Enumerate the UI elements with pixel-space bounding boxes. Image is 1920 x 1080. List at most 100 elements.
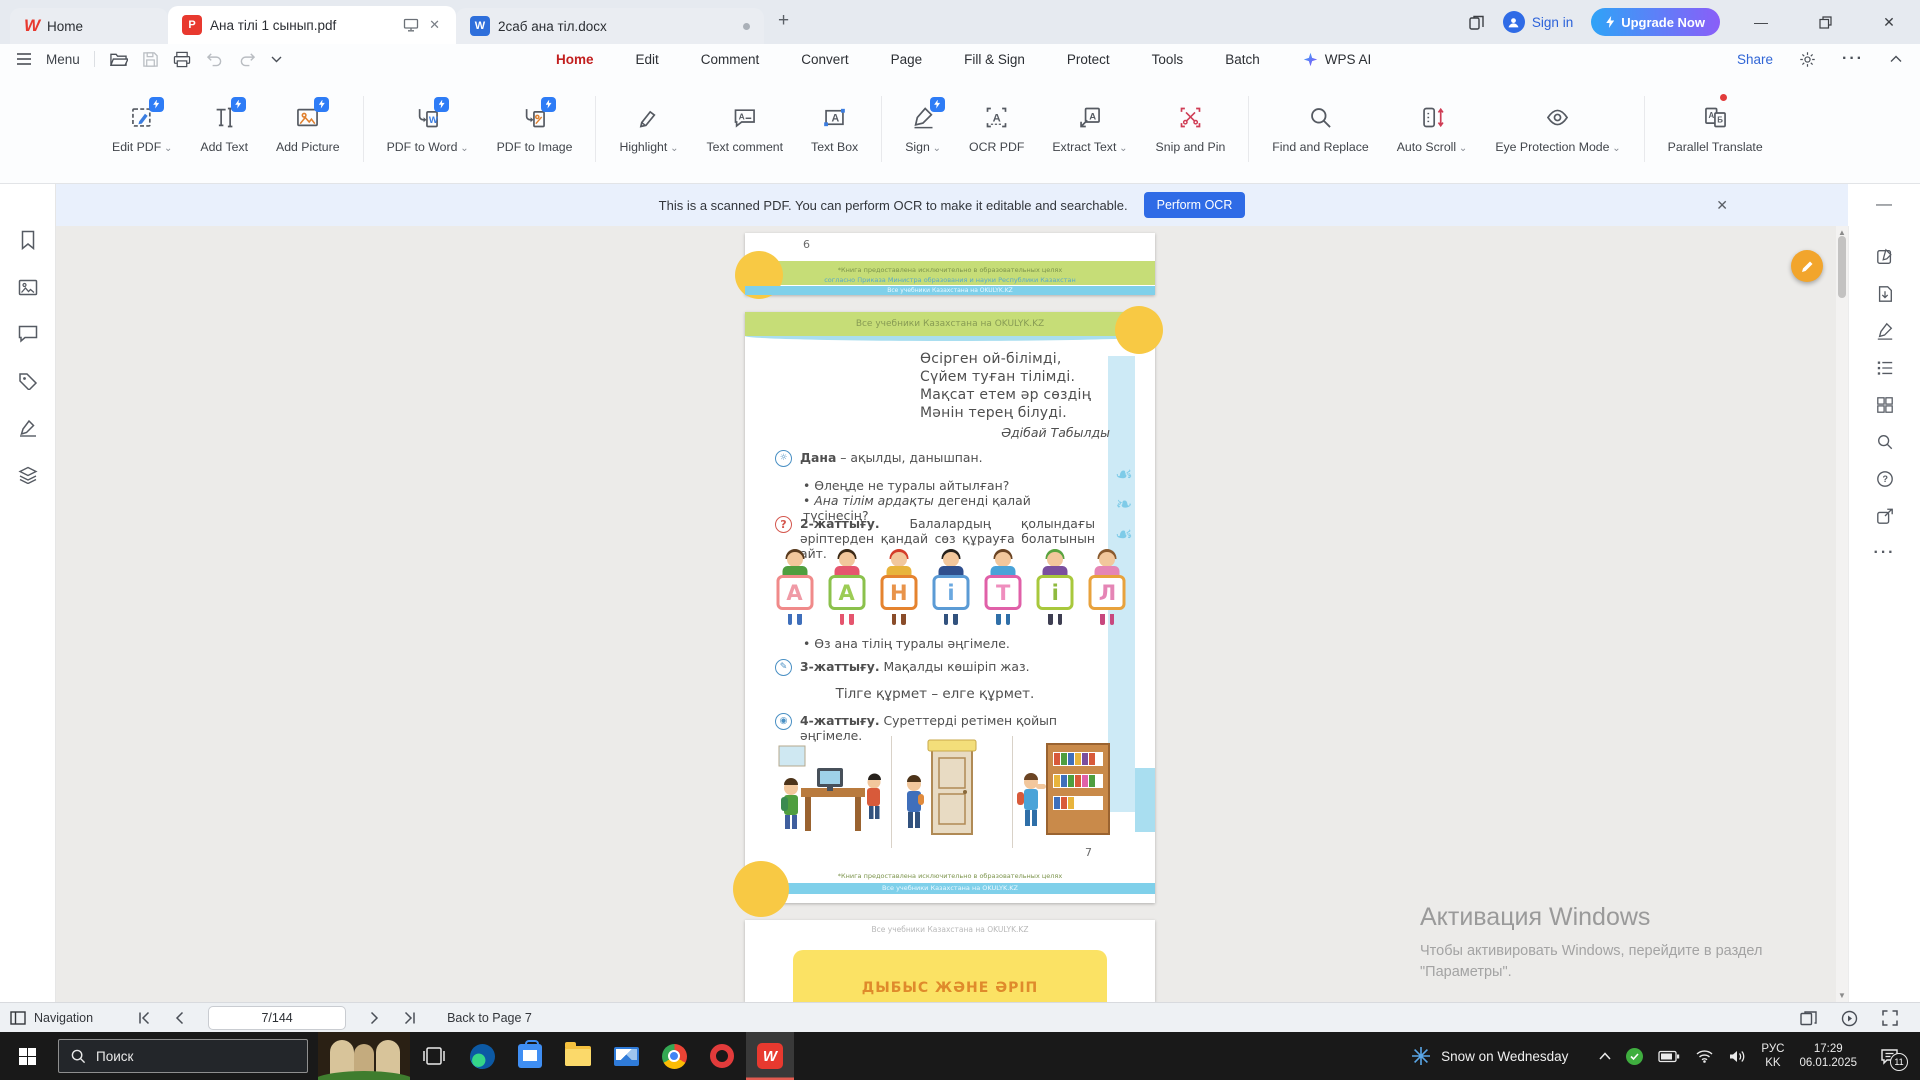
menu-button[interactable]: Menu [46,52,80,67]
menu-batch[interactable]: Batch [1225,52,1260,67]
perform-ocr-button[interactable]: Perform OCR [1143,192,1246,218]
menu-convert[interactable]: Convert [801,52,848,67]
print-icon[interactable] [173,51,191,68]
present-monitor-icon[interactable] [403,18,419,32]
chevron-down-icon[interactable] [271,56,282,63]
close-window-button[interactable]: ✕ [1866,0,1912,44]
tags-icon[interactable] [18,372,38,390]
redo-icon[interactable] [238,51,257,67]
page-number-input[interactable]: 7/144 [208,1006,347,1030]
export-pdf-icon[interactable] [1876,285,1894,303]
fullscreen-icon[interactable] [1882,1010,1898,1026]
menu-home[interactable]: Home [556,52,594,67]
share-panel-icon[interactable] [1876,507,1894,525]
opera-taskbar-icon[interactable] [698,1032,746,1080]
antivirus-tray-icon[interactable] [1626,1047,1644,1065]
explorer-taskbar-icon[interactable] [554,1032,602,1080]
volume-icon[interactable] [1729,1049,1746,1064]
last-page-icon[interactable] [403,1011,417,1025]
help-icon[interactable]: ? [1876,470,1894,488]
store-taskbar-icon[interactable] [506,1032,554,1080]
page-view-icon[interactable] [1800,1010,1817,1026]
wifi-icon[interactable] [1695,1049,1714,1063]
find-and-replace-button[interactable]: Find and Replace [1258,104,1382,154]
collapse-sidebar-icon[interactable]: — [1848,184,1920,226]
wps-taskbar-icon[interactable]: W [746,1032,794,1080]
taskbar-search-box[interactable]: Поиск [58,1039,308,1073]
start-button[interactable] [0,1032,54,1080]
mail-taskbar-icon[interactable] [602,1032,650,1080]
bookmark-icon[interactable] [19,230,37,250]
tab-pdf-document[interactable]: P Ана тілі 1 сынып.pdf ✕ [168,6,456,44]
clock[interactable]: 17:29 06.01.2025 [1799,1042,1857,1070]
text-comment-button[interactable]: A Text comment [693,104,798,154]
edit-note-icon[interactable] [1876,248,1894,266]
parallel-translate-button[interactable]: AБ Parallel Translate [1654,93,1777,154]
extract-text-button[interactable]: A Extract Text [1038,104,1141,154]
close-tab-icon[interactable]: ✕ [427,17,442,33]
previous-page-icon[interactable] [175,1011,184,1025]
menu-wps-ai[interactable]: WPS AI [1302,51,1371,68]
collapse-ribbon-icon[interactable] [1890,55,1902,63]
comments-panel-icon[interactable] [18,325,38,343]
new-tab-button[interactable]: + [778,10,789,32]
search-panel-icon[interactable] [1876,433,1894,451]
close-notification-icon[interactable]: ✕ [1716,197,1728,214]
scrollbar-thumb[interactable] [1838,236,1846,298]
ocr-pdf-button[interactable]: A OCR PDF [955,104,1038,154]
more-options-icon[interactable]: ··· [1842,50,1864,68]
add-picture-button[interactable]: Add Picture [262,96,354,154]
pdf-to-word-button[interactable]: W PDF to Word [373,96,483,154]
signature-icon[interactable] [1876,322,1894,340]
menu-tools[interactable]: Tools [1152,52,1184,67]
grid-view-icon[interactable] [1876,396,1894,414]
action-center-button[interactable]: 11 [1872,1039,1908,1073]
scroll-down-icon[interactable]: ▼ [1836,991,1848,1000]
battery-icon[interactable] [1658,1050,1680,1063]
menu-protect[interactable]: Protect [1067,52,1110,67]
first-page-icon[interactable] [137,1011,151,1025]
menu-page[interactable]: Page [891,52,923,67]
edit-pdf-button[interactable]: Edit PDF [98,96,186,154]
layers-icon[interactable] [17,466,38,484]
text-box-button[interactable]: A Text Box [797,104,872,154]
auto-scroll-button[interactable]: Auto Scroll [1383,104,1482,154]
autoplay-icon[interactable] [1841,1010,1858,1027]
menu-fill-sign[interactable]: Fill & Sign [964,52,1025,67]
pdf-to-image-button[interactable]: PDF to Image [483,96,587,154]
sign-button[interactable]: Sign [891,96,955,154]
chrome-taskbar-icon[interactable] [650,1032,698,1080]
sign-in-button[interactable]: Sign in [1502,11,1573,33]
hamburger-menu-icon[interactable] [16,52,32,66]
menu-edit[interactable]: Edit [636,52,659,67]
signature-panel-icon[interactable] [18,419,38,437]
quick-edit-fab[interactable] [1791,250,1823,282]
thumbnails-icon[interactable] [18,279,38,296]
language-indicator[interactable]: РУС KK [1761,1042,1784,1070]
task-view-button[interactable] [410,1032,458,1080]
gear-icon[interactable] [1799,51,1816,68]
more-tools-icon[interactable]: ··· [1874,544,1896,562]
outline-panel-icon[interactable] [1876,359,1894,377]
navigation-toggle[interactable]: Navigation [10,1011,93,1025]
save-icon[interactable] [142,51,159,68]
spotlight-image-button[interactable] [318,1032,410,1080]
restore-button[interactable] [1802,0,1848,44]
document-viewport[interactable]: 6 *Книга предоставлена исключительно в о… [56,226,1836,1002]
weather-widget[interactable]: Snow on Wednesday [1411,1046,1568,1066]
tab-home[interactable]: W Home [10,8,168,44]
highlight-button[interactable]: Highlight [605,104,692,154]
tab-list-icon[interactable] [1468,14,1485,31]
tab-docx-document[interactable]: W 2саб ана тіл.docx [456,8,764,44]
next-page-icon[interactable] [370,1011,379,1025]
edge-taskbar-icon[interactable] [458,1032,506,1080]
undo-icon[interactable] [205,51,224,67]
snip-and-pin-button[interactable]: Snip and Pin [1142,104,1240,154]
open-file-icon[interactable] [109,51,128,68]
vertical-scrollbar[interactable]: ▲ ▼ [1836,226,1848,1002]
upgrade-now-button[interactable]: Upgrade Now [1591,8,1720,36]
add-text-button[interactable]: Add Text [186,96,262,154]
menu-comment[interactable]: Comment [701,52,760,67]
eye-protection-mode-button[interactable]: Eye Protection Mode [1481,104,1634,154]
back-to-page-button[interactable]: Back to Page 7 [447,1011,532,1025]
